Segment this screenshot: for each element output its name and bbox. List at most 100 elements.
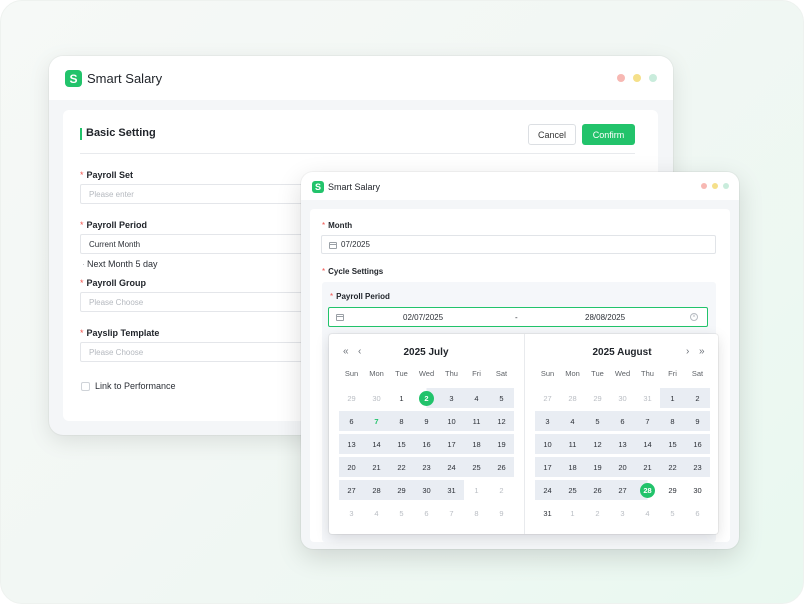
calendar-day[interactable]: 8 xyxy=(464,503,489,523)
calendar-day[interactable]: 14 xyxy=(364,434,389,454)
calendar-day[interactable]: 9 xyxy=(489,503,514,523)
calendar-day[interactable]: 2 xyxy=(414,388,439,408)
calendar-day[interactable]: 18 xyxy=(560,457,585,477)
calendar-day[interactable]: 13 xyxy=(610,434,635,454)
calendar-day[interactable]: 8 xyxy=(660,411,685,431)
calendar-day[interactable]: 15 xyxy=(660,434,685,454)
calendar-day[interactable]: 7 xyxy=(364,411,389,431)
calendar-day[interactable]: 5 xyxy=(585,411,610,431)
calendar-day[interactable]: 1 xyxy=(389,388,414,408)
calendar-day[interactable]: 5 xyxy=(389,503,414,523)
required-mark: * xyxy=(80,328,84,338)
calendar-day[interactable]: 31 xyxy=(635,388,660,408)
calendar-day[interactable]: 10 xyxy=(535,434,560,454)
calendar-day[interactable]: 9 xyxy=(414,411,439,431)
calendar-day[interactable]: 17 xyxy=(439,434,464,454)
calendar-day[interactable]: 5 xyxy=(489,388,514,408)
calendar-day[interactable]: 11 xyxy=(560,434,585,454)
calendar-day[interactable]: 2 xyxy=(685,388,710,408)
calendar-day[interactable]: 2 xyxy=(489,480,514,500)
calendar-day[interactable]: 7 xyxy=(439,503,464,523)
calendar-day[interactable]: 23 xyxy=(414,457,439,477)
calendar-day[interactable]: 1 xyxy=(560,503,585,523)
calendar-day[interactable]: 30 xyxy=(685,480,710,500)
calendar-day[interactable]: 16 xyxy=(685,434,710,454)
calendar-day[interactable]: 16 xyxy=(414,434,439,454)
calendar-day[interactable]: 29 xyxy=(339,388,364,408)
calendar-day[interactable]: 27 xyxy=(610,480,635,500)
confirm-button[interactable]: Confirm xyxy=(582,124,635,145)
calendar-day[interactable]: 13 xyxy=(339,434,364,454)
window-close-dot[interactable] xyxy=(617,74,625,82)
calendar-day[interactable]: 18 xyxy=(464,434,489,454)
calendar-day[interactable]: 28 xyxy=(364,480,389,500)
calendar-day[interactable]: 19 xyxy=(585,457,610,477)
calendar-day[interactable]: 29 xyxy=(660,480,685,500)
calendar-day[interactable]: 15 xyxy=(389,434,414,454)
calendar-day[interactable]: 24 xyxy=(535,480,560,500)
calendar-day[interactable]: 21 xyxy=(364,457,389,477)
calendar-day[interactable]: 4 xyxy=(560,411,585,431)
calendar-day[interactable]: 27 xyxy=(339,480,364,500)
calendar-day[interactable]: 3 xyxy=(535,411,560,431)
month-input[interactable]: 07/2025 xyxy=(321,235,716,254)
calendar-day[interactable]: 20 xyxy=(610,457,635,477)
calendar-day[interactable]: 19 xyxy=(489,434,514,454)
calendar-day[interactable]: 3 xyxy=(339,503,364,523)
calendar-day[interactable]: 23 xyxy=(685,457,710,477)
calendar-day-number: 30 xyxy=(422,485,431,495)
calendar-day[interactable]: 22 xyxy=(389,457,414,477)
calendar-day[interactable]: 25 xyxy=(560,480,585,500)
calendar-day[interactable]: 1 xyxy=(660,388,685,408)
window-minimize-dot[interactable] xyxy=(633,74,641,82)
calendar-day[interactable]: 28 xyxy=(635,480,660,500)
calendar-day[interactable]: 24 xyxy=(439,457,464,477)
calendar-day[interactable]: 8 xyxy=(389,411,414,431)
window-minimize-dot[interactable] xyxy=(712,183,718,189)
calendar-day[interactable]: 26 xyxy=(585,480,610,500)
calendar-day[interactable]: 29 xyxy=(585,388,610,408)
calendar-day[interactable]: 14 xyxy=(635,434,660,454)
calendar-day[interactable]: 27 xyxy=(535,388,560,408)
calendar-day[interactable]: 17 xyxy=(535,457,560,477)
calendar-day[interactable]: 2 xyxy=(585,503,610,523)
cancel-button[interactable]: Cancel xyxy=(528,124,576,145)
calendar-day[interactable]: 4 xyxy=(464,388,489,408)
calendar-day[interactable]: 31 xyxy=(535,503,560,523)
calendar-day[interactable]: 5 xyxy=(660,503,685,523)
calendar-day[interactable]: 31 xyxy=(439,480,464,500)
calendar-day[interactable]: 11 xyxy=(464,411,489,431)
calendar-day[interactable]: 3 xyxy=(610,503,635,523)
calendar-day[interactable]: 30 xyxy=(364,388,389,408)
calendar-day[interactable]: 12 xyxy=(489,411,514,431)
calendar-day[interactable]: 30 xyxy=(610,388,635,408)
calendar-day[interactable]: 10 xyxy=(439,411,464,431)
range-start-date[interactable]: 02/07/2025 xyxy=(403,313,443,322)
calendar-day[interactable]: 26 xyxy=(489,457,514,477)
calendar-day[interactable]: 22 xyxy=(660,457,685,477)
calendar-day[interactable]: 7 xyxy=(635,411,660,431)
window-maximize-dot[interactable] xyxy=(723,183,729,189)
calendar-day[interactable]: 21 xyxy=(635,457,660,477)
calendar-day[interactable]: 30 xyxy=(414,480,439,500)
link-performance-checkbox[interactable] xyxy=(81,382,90,391)
clear-icon[interactable]: × xyxy=(690,313,698,321)
calendar-day[interactable]: 6 xyxy=(685,503,710,523)
calendar-day[interactable]: 6 xyxy=(339,411,364,431)
calendar-day[interactable]: 25 xyxy=(464,457,489,477)
payroll-period-range-picker[interactable]: 02/07/2025 - 28/08/2025 × xyxy=(328,307,708,327)
calendar-day[interactable]: 28 xyxy=(560,388,585,408)
calendar-day[interactable]: 12 xyxy=(585,434,610,454)
window-maximize-dot[interactable] xyxy=(649,74,657,82)
window-close-dot[interactable] xyxy=(701,183,707,189)
calendar-day[interactable]: 6 xyxy=(414,503,439,523)
calendar-day[interactable]: 4 xyxy=(635,503,660,523)
calendar-day[interactable]: 3 xyxy=(439,388,464,408)
calendar-day[interactable]: 4 xyxy=(364,503,389,523)
calendar-day[interactable]: 6 xyxy=(610,411,635,431)
calendar-day[interactable]: 1 xyxy=(464,480,489,500)
calendar-day[interactable]: 20 xyxy=(339,457,364,477)
range-end-date[interactable]: 28/08/2025 xyxy=(585,313,625,322)
calendar-day[interactable]: 9 xyxy=(685,411,710,431)
calendar-day[interactable]: 29 xyxy=(389,480,414,500)
